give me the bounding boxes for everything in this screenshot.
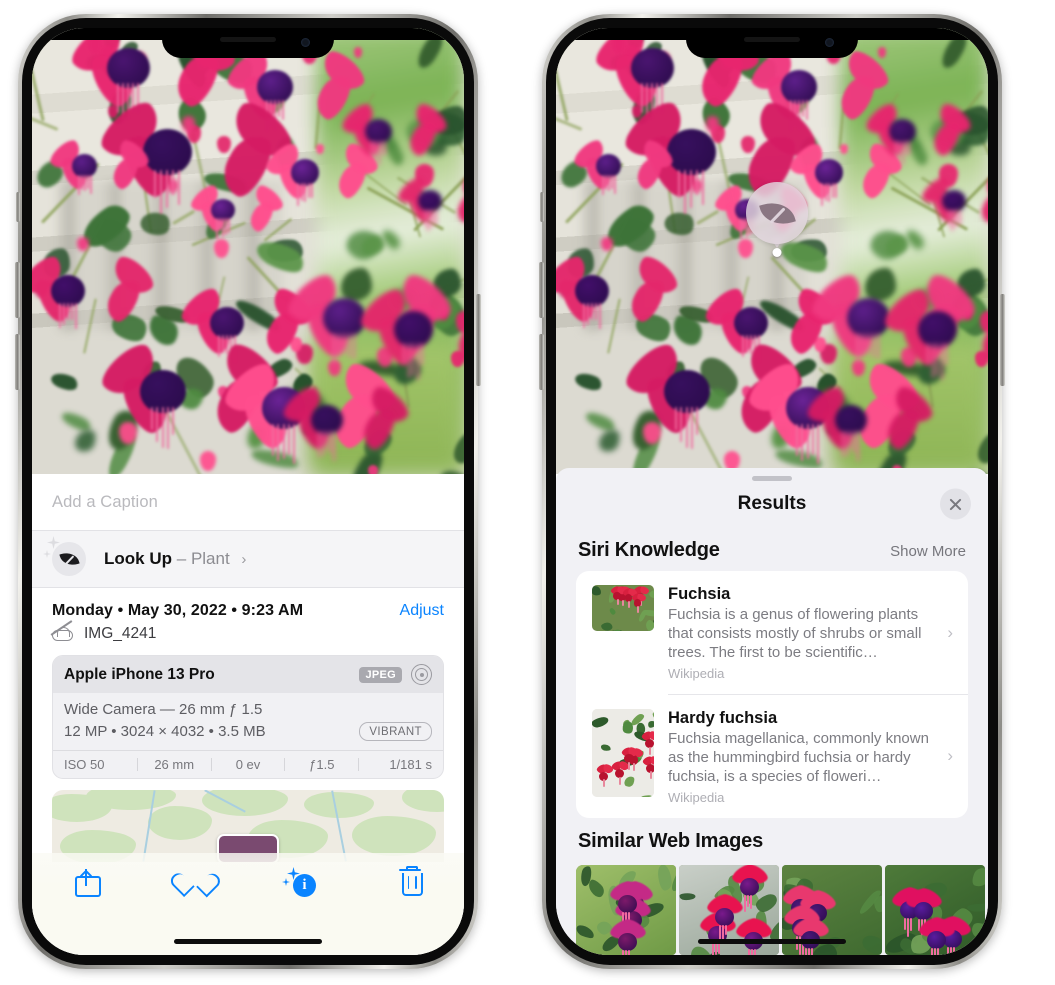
iphone-left: Add a Caption Look Up – Plant › Monday •…	[15, 14, 481, 969]
notch	[162, 28, 334, 58]
date-row: Monday • May 30, 2022 • 9:23 AM Adjust	[32, 587, 464, 622]
earpiece-speaker	[220, 37, 276, 42]
exif-stat-focal: 26 mm	[154, 757, 195, 772]
look-up-badge	[43, 536, 86, 576]
cloud-slash-icon	[50, 619, 74, 642]
volume-down-button[interactable]	[539, 334, 544, 390]
result-source: Wikipedia	[668, 789, 725, 805]
result-source: Wikipedia	[668, 666, 725, 681]
result-thumbnail	[592, 708, 654, 797]
exif-stats-row: ISO 50 26 mm 0 ev ƒ1.5 1/181 s	[53, 750, 443, 778]
earpiece-speaker	[744, 37, 800, 42]
result-description: Fuchsia magellanica, commonly known as t…	[668, 729, 929, 785]
sheet-title: Results	[737, 493, 807, 514]
chevron-right-icon: ›	[947, 622, 953, 642]
siri-knowledge-header: Siri Knowledge Show More	[556, 527, 988, 571]
delete-button[interactable]	[356, 866, 464, 896]
camera-device: Apple iPhone 13 Pro	[64, 665, 215, 683]
iphone-right: Results Siri Knowledge Show More Fuchsia…	[539, 14, 1005, 969]
close-button[interactable]	[940, 488, 971, 520]
similar-web-images-header: Similar Web Images	[556, 818, 988, 862]
info-sparkle-icon: i	[282, 867, 317, 897]
share-icon	[75, 869, 101, 897]
exif-stat-aperture: ƒ1.5	[309, 757, 335, 772]
subject-point-dot	[772, 248, 782, 257]
results-sheet: Results Siri Knowledge Show More Fuchsia…	[556, 468, 988, 955]
show-more-button[interactable]: Show More	[890, 543, 966, 560]
photo-viewer[interactable]	[32, 28, 464, 474]
home-indicator[interactable]	[174, 939, 322, 944]
location-map[interactable]	[52, 790, 444, 862]
look-up-subject: Plant	[190, 549, 230, 568]
notch	[686, 28, 858, 58]
sparkle-small-icon	[43, 550, 51, 558]
power-button[interactable]	[476, 294, 481, 386]
mute-switch[interactable]	[16, 192, 20, 222]
volume-up-button[interactable]	[15, 262, 20, 318]
image-size-info: 12 MP • 3024 × 4032 • 3.5 MB	[64, 723, 266, 740]
exif-stat-iso: ISO 50	[64, 757, 105, 772]
share-button[interactable]	[32, 869, 140, 897]
chevron-right-icon: ›	[947, 746, 953, 765]
exif-header: Apple iPhone 13 Pro JPEG	[53, 656, 443, 693]
screen-left: Add a Caption Look Up – Plant › Monday •…	[32, 28, 464, 955]
front-camera	[301, 38, 310, 47]
knowledge-row[interactable]: Fuchsia Fuchsia is a genus of flowering …	[576, 571, 968, 694]
look-up-label: Look Up – Plant ›	[104, 549, 246, 569]
chevron-right-icon: ›	[241, 551, 247, 568]
photographic-style-badge: VIBRANT	[359, 722, 432, 741]
section-title: Similar Web Images	[578, 829, 763, 852]
exif-card[interactable]: Apple iPhone 13 Pro JPEG Wide Camera — 2…	[52, 655, 444, 779]
file-row: IMG_4241	[32, 619, 464, 655]
visual-lookup-badge[interactable]	[746, 182, 808, 257]
section-title: Siri Knowledge	[578, 539, 720, 561]
leaf-icon	[52, 542, 86, 576]
aperture-icon	[411, 664, 432, 685]
close-icon	[948, 497, 963, 512]
leaf-icon	[746, 182, 808, 244]
exif-body: Wide Camera — 26 mm ƒ 1.5 12 MP • 3024 ×…	[53, 693, 443, 750]
web-image-thumbnail[interactable]	[576, 864, 676, 955]
sheet-header: Results	[556, 481, 988, 527]
home-indicator[interactable]	[698, 939, 846, 944]
info-button[interactable]: i	[248, 867, 356, 897]
format-badge: JPEG	[359, 666, 402, 683]
look-up-row[interactable]: Look Up – Plant ›	[32, 530, 464, 587]
exif-stat-shutter: 1/181 s	[389, 757, 432, 772]
volume-down-button[interactable]	[15, 334, 20, 390]
result-title: Fuchsia	[668, 585, 731, 603]
look-up-title: Look Up	[104, 549, 172, 568]
fuchsia-photo	[32, 28, 464, 474]
adjust-button[interactable]: Adjust	[400, 602, 444, 620]
web-image-thumbnail[interactable]	[885, 864, 985, 955]
info-glyph: i	[293, 874, 316, 897]
knowledge-row[interactable]: Hardy fuchsia Fuchsia magellanica, commo…	[576, 695, 968, 818]
lens-info: Wide Camera — 26 mm ƒ 1.5	[64, 701, 263, 718]
power-button[interactable]	[1000, 294, 1005, 386]
mute-switch[interactable]	[540, 192, 544, 222]
volume-up-button[interactable]	[539, 262, 544, 318]
heart-icon	[182, 869, 207, 892]
exif-stat-ev: 0 ev	[235, 757, 261, 772]
result-description: Fuchsia is a genus of flowering plants t…	[668, 606, 922, 661]
favorite-button[interactable]	[140, 869, 248, 892]
result-thumbnail	[592, 585, 654, 631]
file-name: IMG_4241	[84, 625, 157, 642]
trash-icon	[399, 866, 423, 896]
siri-knowledge-card: Fuchsia Fuchsia is a genus of flowering …	[576, 571, 968, 818]
caption-row[interactable]: Add a Caption	[32, 474, 464, 530]
result-title: Hardy fuchsia	[668, 708, 778, 727]
front-camera	[825, 38, 834, 47]
photo-date: Monday • May 30, 2022 • 9:23 AM	[52, 602, 304, 619]
look-up-dash: –	[176, 549, 187, 568]
caption-input[interactable]: Add a Caption	[52, 493, 158, 512]
screen-right: Results Siri Knowledge Show More Fuchsia…	[556, 28, 988, 955]
